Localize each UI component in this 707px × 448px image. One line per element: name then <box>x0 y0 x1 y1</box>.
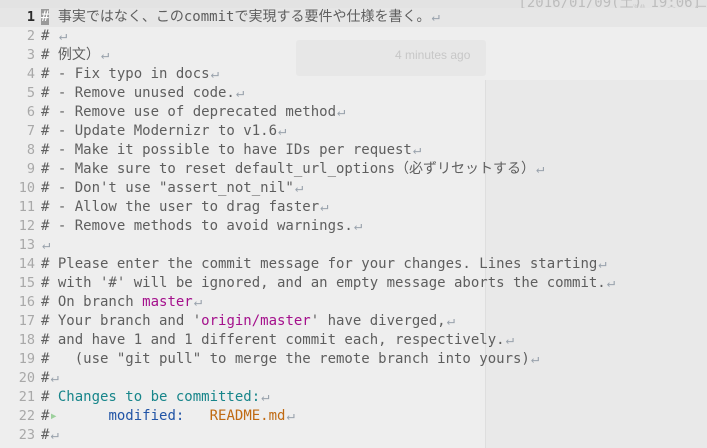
line-number: 8 <box>26 142 35 158</box>
eol-icon: ↵ <box>210 66 220 82</box>
eol-icon: ↵ <box>606 275 616 291</box>
eol-icon: ↵ <box>278 123 287 139</box>
line-text: # - Allow the user to drag faster <box>41 199 320 215</box>
file-status: modified: <box>108 408 185 424</box>
editor-line[interactable]: 8 # - Make it possible to have IDs per r… <box>0 141 707 160</box>
eol-icon: ↵ <box>598 256 607 272</box>
line-number: 15 <box>18 275 35 291</box>
eol-icon: ↵ <box>294 180 304 196</box>
line-text: # 例文） <box>41 47 100 63</box>
editor-line[interactable]: 9 # - Make sure to reset default_url_opt… <box>0 160 707 179</box>
line-text: # <box>41 427 50 443</box>
eol-icon: ↵ <box>50 370 59 386</box>
line-number: 18 <box>18 332 35 348</box>
eol-icon: ↵ <box>431 9 440 25</box>
editor-line[interactable]: 16 # On branch master ↵ <box>0 293 707 312</box>
eol-icon: ↵ <box>261 389 270 405</box>
editor-line[interactable]: 7 # - Update Modernizr to v1.6 ↵ <box>0 122 707 141</box>
editor-line[interactable]: 20 # ↵ <box>0 369 707 388</box>
editor-line[interactable]: 11 # - Allow the user to drag faster ↵ <box>0 198 707 217</box>
line-number: 1 <box>26 9 35 25</box>
editor-line[interactable]: 23 # ↵ <box>0 426 707 445</box>
editor-line[interactable]: 4 # - Fix typo in docs ↵ <box>0 65 707 84</box>
section-heading: Changes to be committed: <box>57 389 261 405</box>
line-text: # (use "git pull" to merge the remote br… <box>41 351 530 367</box>
line-number: 12 <box>18 218 35 234</box>
line-text: ' have diverged, <box>310 313 446 329</box>
line-number: 6 <box>26 104 35 120</box>
text-cursor: # <box>41 9 50 25</box>
editor-line[interactable]: 1 # 事実ではなく、このcommitで実現する要件や仕様を書く。 ↵ <box>0 8 707 27</box>
eol-icon: ↵ <box>235 85 245 101</box>
line-number: 14 <box>18 256 35 272</box>
eol-icon: ↵ <box>58 28 68 44</box>
line-text: # <box>41 28 58 44</box>
line-number: 2 <box>26 28 35 44</box>
line-text: # - Don't use "assert_not_nil" <box>41 180 294 196</box>
editor-line[interactable]: 12 # - Remove methods to avoid warnings.… <box>0 217 707 236</box>
line-text: # - Fix typo in docs <box>41 66 210 82</box>
editor-line[interactable]: 21 # Changes to be committed: ↵ <box>0 388 707 407</box>
line-number: 10 <box>18 180 35 196</box>
tab-icon: ▸ <box>49 408 58 424</box>
line-number: 16 <box>18 294 35 310</box>
eol-icon: ↵ <box>337 104 346 120</box>
line-text: # with '#' will be ignored, and an empty… <box>41 275 606 291</box>
line-number: 13 <box>18 237 35 253</box>
eol-icon: ↵ <box>412 142 422 158</box>
line-number: 3 <box>26 47 35 63</box>
eol-icon: ↵ <box>536 161 545 177</box>
editor-line[interactable]: 3 # 例文） ↵ <box>0 46 707 65</box>
eol-icon: ↵ <box>50 427 59 443</box>
line-text: # <box>41 370 50 386</box>
eol-icon: ↵ <box>505 332 515 348</box>
line-text: # - Make it possible to have IDs per req… <box>41 142 412 158</box>
line-number: 23 <box>18 427 35 443</box>
line-text: # - Make sure to reset default_url_optio… <box>41 161 536 177</box>
editor-line[interactable]: 22 #▸ modified: README.md ↵ <box>0 407 707 426</box>
editor-line[interactable]: 15 # with '#' will be ignored, and an em… <box>0 274 707 293</box>
editor-line[interactable]: 19 # (use "git pull" to merge the remote… <box>0 350 707 369</box>
file-name: README.md <box>209 408 286 424</box>
line-text: # On branch <box>41 294 143 310</box>
editor-line[interactable]: 2 # ↵ <box>0 27 707 46</box>
line-text: # Please enter the commit message for yo… <box>41 256 598 272</box>
line-number: 22 <box>18 408 35 424</box>
editor-line[interactable]: 17 # Your branch and 'origin/master' hav… <box>0 312 707 331</box>
line-text: 事実ではなく、このcommitで実現する要件や仕様を書く。 <box>57 9 431 25</box>
editor-line[interactable]: 14 # Please enter the commit message for… <box>0 255 707 274</box>
editor-line[interactable]: 5 # - Remove unused code. ↵ <box>0 84 707 103</box>
eol-icon: ↵ <box>320 199 329 215</box>
eol-icon: ↵ <box>193 294 203 310</box>
line-number: 11 <box>18 199 35 215</box>
line-number: 4 <box>26 66 35 82</box>
line-text: # - Remove use of deprecated method <box>41 104 337 120</box>
line-number: 17 <box>18 313 35 329</box>
line-text: # and have 1 and 1 different commit each… <box>41 332 505 348</box>
line-text: # - Remove unused code. <box>41 85 235 101</box>
line-number: 19 <box>18 351 35 367</box>
eol-icon: ↵ <box>100 47 110 63</box>
editor-line[interactable]: 10 # - Don't use "assert_not_nil" ↵ <box>0 179 707 198</box>
eol-icon: ↵ <box>446 313 456 329</box>
line-text: # <box>41 389 58 405</box>
editor-line[interactable]: 18 # and have 1 and 1 different commit e… <box>0 331 707 350</box>
eol-icon: ↵ <box>353 218 363 234</box>
editor-line[interactable]: 6 # - Remove use of deprecated method ↵ <box>0 103 707 122</box>
remote-branch-name: origin/master <box>201 313 311 329</box>
line-text: # Your branch and ' <box>41 313 202 329</box>
branch-name: master <box>142 294 193 310</box>
eol-icon: ↵ <box>42 237 51 253</box>
line-number: 21 <box>18 389 35 405</box>
line-number: 20 <box>18 370 35 386</box>
line-number: 5 <box>26 85 35 101</box>
line-text: # - Remove methods to avoid warnings. <box>41 218 353 234</box>
eol-icon: ↵ <box>286 408 295 424</box>
editor-line[interactable]: 13 ↵ <box>0 236 707 255</box>
eol-icon: ↵ <box>530 351 540 367</box>
line-text: # - Update Modernizr to v1.6 <box>41 123 278 139</box>
line-number: 7 <box>26 123 35 139</box>
commit-message-editor[interactable]: 1 # 事実ではなく、このcommitで実現する要件や仕様を書く。 ↵ 2 # ↵… <box>0 8 707 448</box>
line-number: 9 <box>26 161 35 177</box>
